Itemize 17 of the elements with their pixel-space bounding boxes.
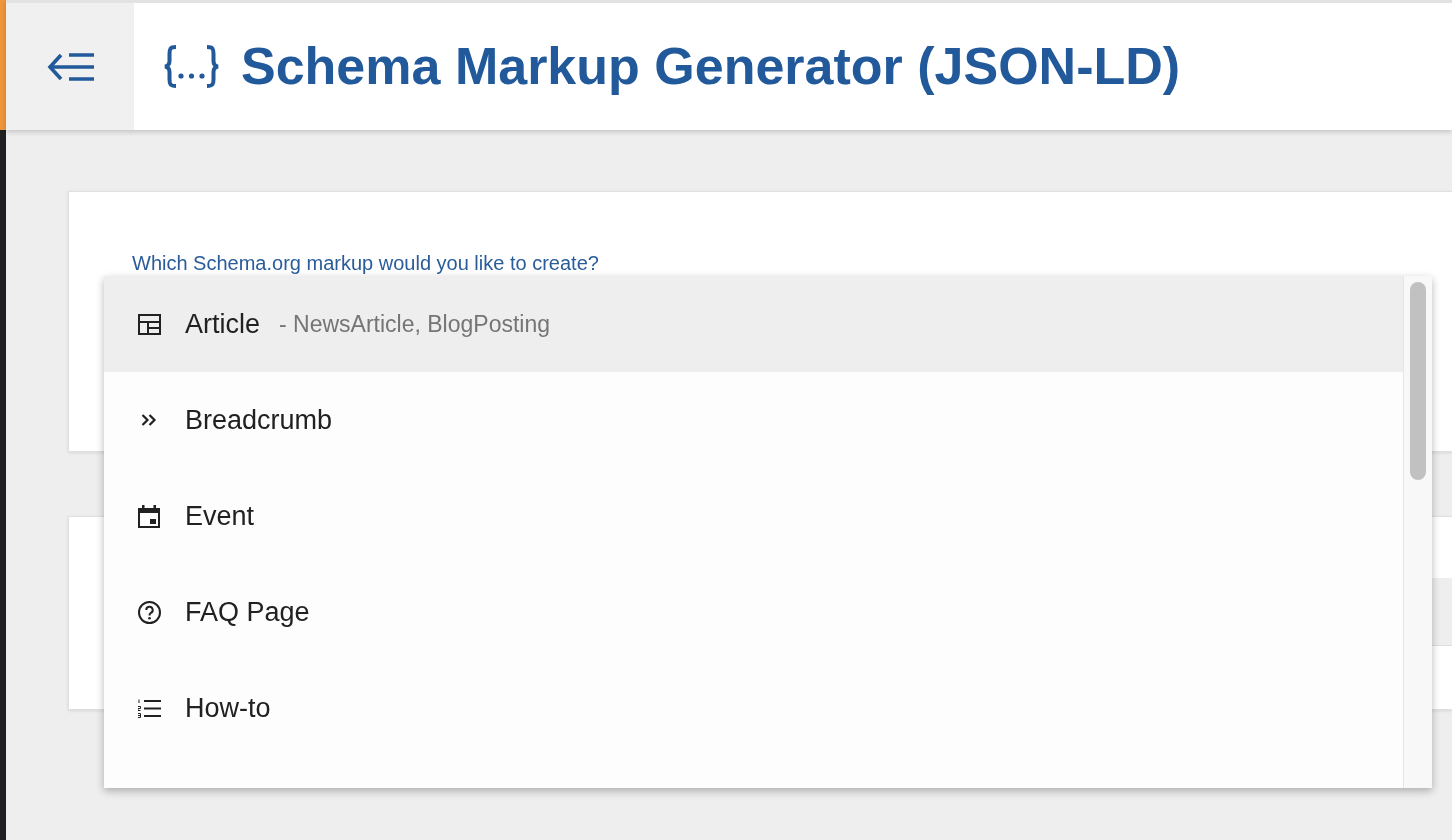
scrollbar-thumb[interactable]: [1410, 282, 1426, 480]
dropdown-option[interactable]: Breadcrumb: [104, 372, 1403, 468]
menu-collapse-icon: [46, 52, 94, 81]
braces-icon: [163, 45, 220, 88]
menu-toggle-button[interactable]: [6, 3, 134, 130]
layout-icon: [137, 313, 161, 335]
dropdown-option[interactable]: Article - NewsArticle, BlogPosting: [104, 276, 1403, 372]
page-title: Schema Markup Generator (JSON-LD): [241, 35, 1181, 97]
calendar-icon: [138, 504, 160, 528]
option-detail: - NewsArticle, BlogPosting: [279, 310, 550, 338]
dropdown-option[interactable]: Event: [104, 468, 1403, 564]
dropdown-option[interactable]: How-to: [104, 660, 1403, 756]
dropdown-option[interactable]: FAQ Page: [104, 564, 1403, 660]
question-label: Which Schema.org markup would you like to create?: [132, 252, 599, 274]
numbered-list-icon: [137, 698, 161, 718]
double-chevron-icon: [141, 414, 157, 426]
question-circle-icon: [137, 600, 161, 624]
